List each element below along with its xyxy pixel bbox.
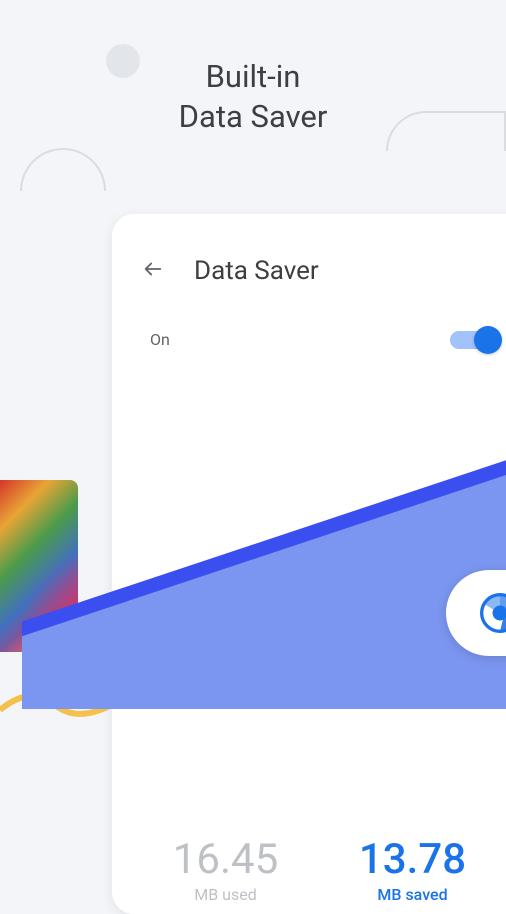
back-arrow-icon[interactable] bbox=[142, 258, 164, 284]
stat-used: 16.45 MB used bbox=[132, 839, 319, 904]
usage-chart bbox=[22, 369, 506, 709]
stat-saved: 13.78 MB saved bbox=[319, 839, 506, 904]
data-saver-toggle[interactable] bbox=[450, 331, 496, 349]
stat-saved-value: 13.78 bbox=[319, 839, 506, 881]
card-title: Data Saver bbox=[194, 256, 319, 286]
page-heading: Built-in Data Saver bbox=[0, 57, 506, 138]
toggle-row: On bbox=[112, 306, 506, 373]
decorative-cloud bbox=[20, 148, 106, 191]
stats-row: 16.45 MB used 13.78 MB saved bbox=[112, 839, 506, 904]
card-header: Data Saver bbox=[112, 214, 506, 306]
heading-line-1: Built-in bbox=[0, 57, 506, 97]
data-saver-card: Data Saver On 16.45 MB used bbox=[112, 214, 506, 914]
stat-used-value: 16.45 bbox=[132, 839, 319, 881]
heading-line-2: Data Saver bbox=[0, 97, 506, 137]
chrome-icon bbox=[480, 593, 506, 633]
stat-saved-label: MB saved bbox=[319, 885, 506, 904]
toggle-label: On bbox=[150, 330, 170, 349]
stat-used-label: MB used bbox=[132, 885, 319, 904]
